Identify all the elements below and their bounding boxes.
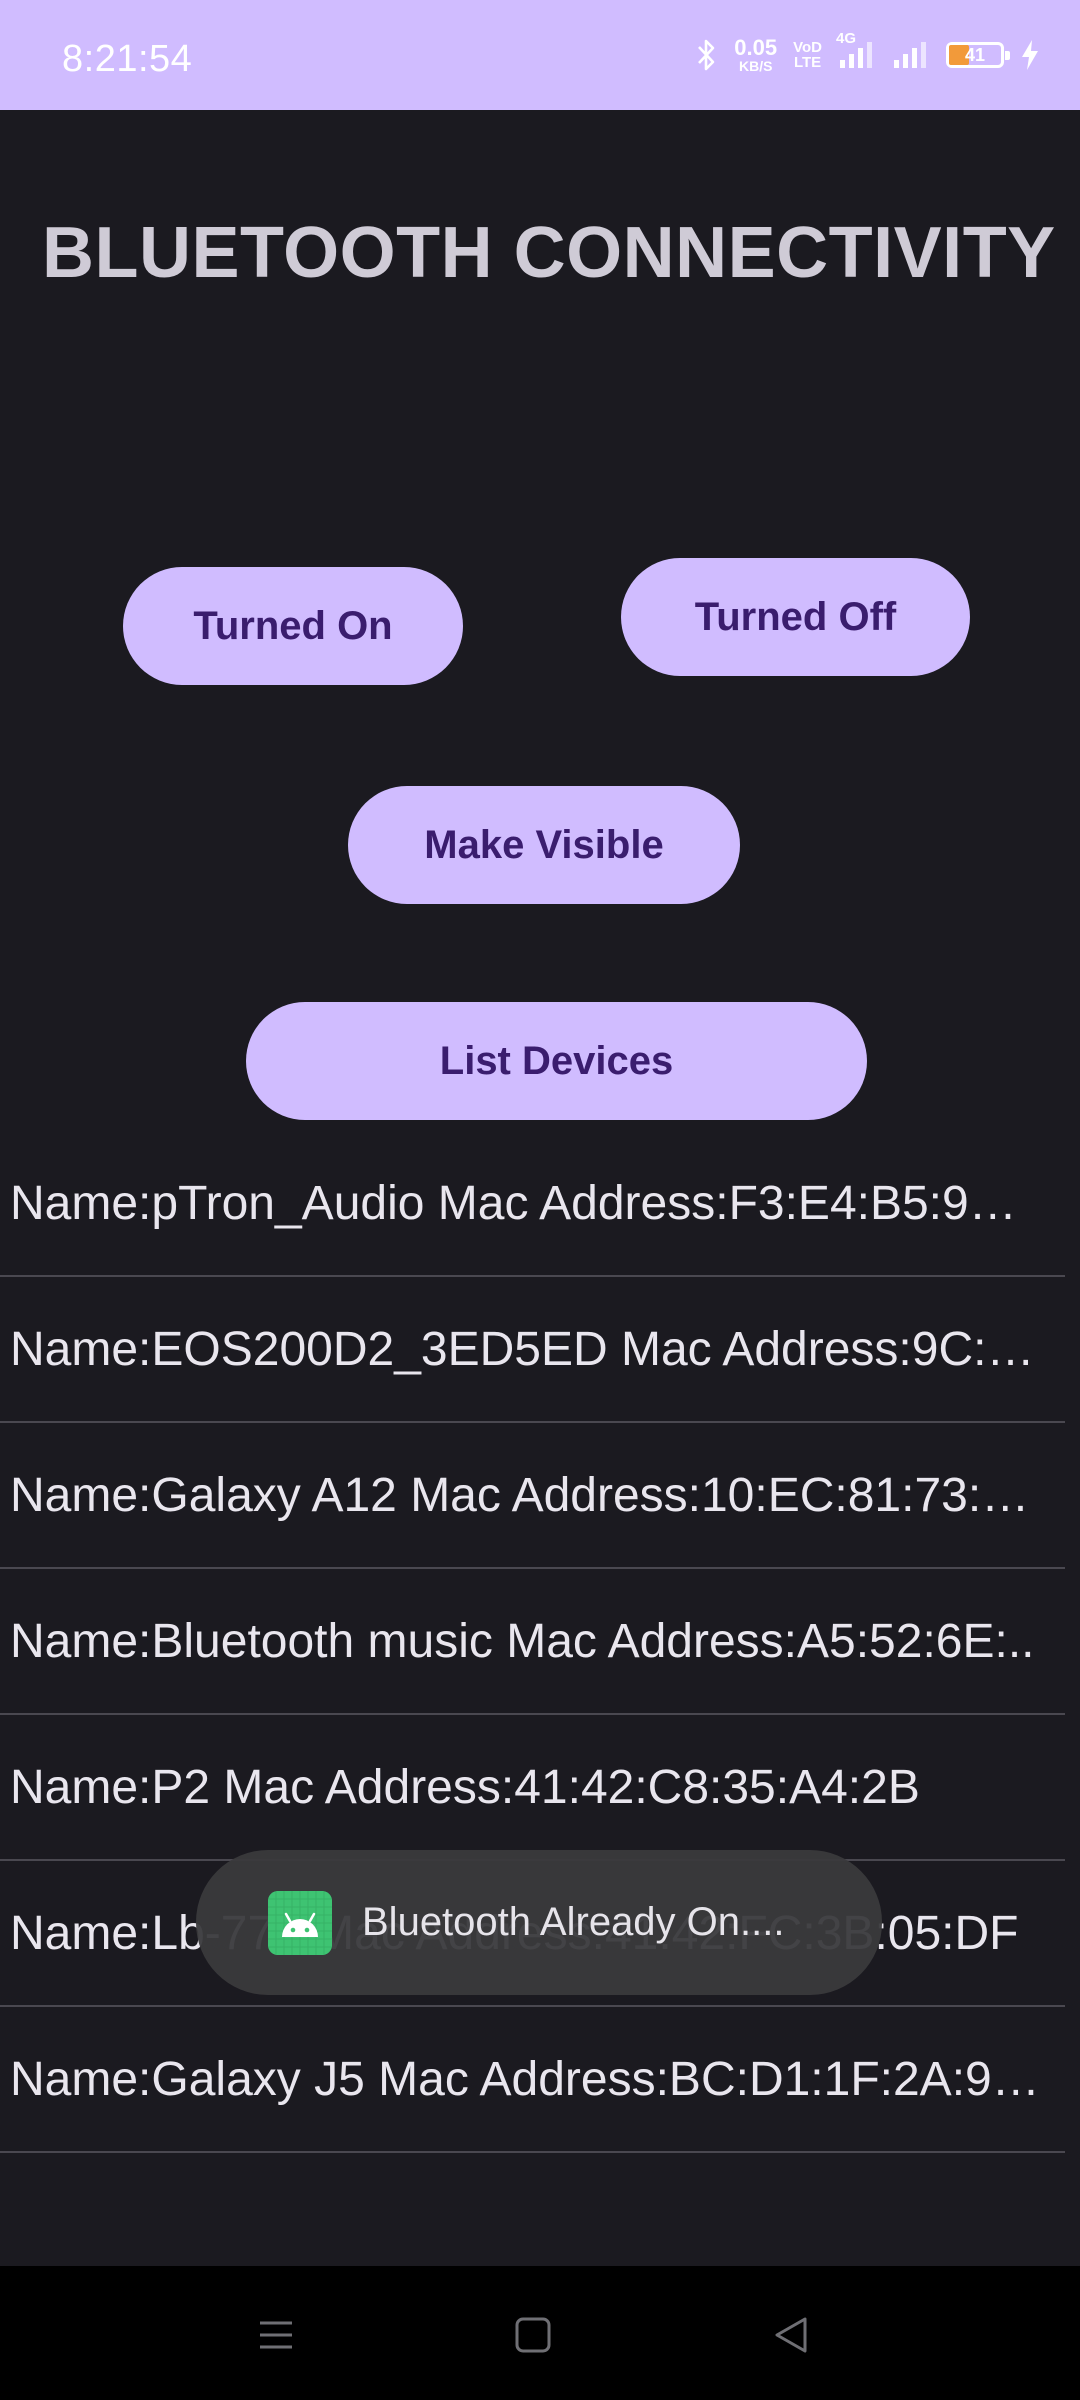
device-list-item[interactable]: Name:pTron_Audio Mac Address:F3:E4:B5:98…: [0, 1131, 1065, 1277]
bluetooth-icon: [696, 38, 718, 72]
recent-apps-button[interactable]: [251, 2310, 301, 2360]
back-triangle-icon: [775, 2317, 807, 2353]
home-button[interactable]: [508, 2310, 558, 2360]
device-list-item[interactable]: Name:P2 Mac Address:41:42:C8:35:A4:2B: [0, 1715, 1065, 1861]
toast-message: Bluetooth Already On....: [196, 1850, 882, 1995]
net-speed-value: 0.05: [734, 35, 778, 60]
navigation-bar: [0, 2266, 1080, 2400]
status-bar: 8:21:54 0.05 KB/S VoD LTE 4G 41: [0, 0, 1080, 110]
net-speed-unit: KB/S: [738, 58, 773, 74]
device-list-item-text: Name:Galaxy J5 Mac Address:BC:D1:1F:2A:9…: [10, 2052, 1041, 2106]
signal-4g-icon: 4G: [836, 30, 876, 70]
page-title: BLUETOOTH CONNECTIVITY: [42, 213, 1056, 293]
device-list-item[interactable]: Name:Bluetooth music Mac Address:A5:52:6…: [0, 1569, 1065, 1715]
status-icons: 0.05 KB/S VoD LTE 4G 41: [696, 30, 1040, 80]
device-list-item[interactable]: Name:EOS200D2_3ED5ED Mac Address:9C:50:.…: [0, 1277, 1065, 1423]
device-list-item-text: Name:pTron_Audio Mac Address:F3:E4:B5:98…: [10, 1176, 1041, 1230]
device-list-item-text: Name:EOS200D2_3ED5ED Mac Address:9C:50:.…: [10, 1322, 1041, 1376]
battery-level: 41: [964, 45, 986, 65]
net-speed: 0.05 KB/S: [734, 35, 778, 74]
home-square-icon: [515, 2317, 551, 2353]
volte-line1: VoD: [793, 39, 822, 56]
device-list: Name:pTron_Audio Mac Address:F3:E4:B5:98…: [0, 1131, 1065, 2153]
turn-on-button[interactable]: Turned On: [123, 567, 463, 685]
volte-line2: LTE: [793, 54, 822, 71]
back-button[interactable]: [766, 2310, 816, 2360]
turn-off-button[interactable]: Turned Off: [621, 558, 970, 676]
make-visible-button[interactable]: Make Visible: [348, 786, 740, 904]
signal-icon: [892, 40, 930, 70]
network-label: 4G: [836, 30, 857, 47]
status-time: 8:21:54: [62, 38, 193, 80]
volte-indicator: VoD LTE: [793, 40, 822, 70]
device-list-item[interactable]: Name:Galaxy A12 Mac Address:10:EC:81:73:…: [0, 1423, 1065, 1569]
device-list-item-text: Name:Bluetooth music Mac Address:A5:52:6…: [10, 1614, 1035, 1668]
menu-icon: [260, 2321, 292, 2349]
device-list-item[interactable]: Name:Galaxy J5 Mac Address:BC:D1:1F:2A:9…: [0, 2007, 1065, 2153]
battery-icon: 41: [946, 42, 1010, 68]
device-list-item-text: Name:Galaxy A12 Mac Address:10:EC:81:73:…: [10, 1468, 1041, 1522]
charging-icon: [1020, 39, 1040, 71]
android-app-icon: [268, 1890, 332, 1955]
toast-text: Bluetooth Already On....: [362, 1900, 785, 1944]
list-devices-button[interactable]: List Devices: [246, 1002, 867, 1120]
device-list-item-text: Name:P2 Mac Address:41:42:C8:35:A4:2B: [10, 1760, 920, 1814]
